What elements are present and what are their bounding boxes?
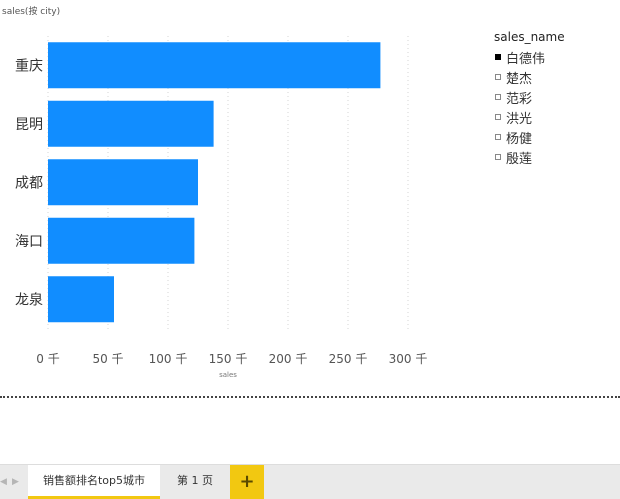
- x-tick-label-2: 100 千: [149, 352, 188, 366]
- legend-swatch-1: [495, 54, 501, 60]
- legend-title: sales_name: [494, 30, 565, 44]
- legend-item-5[interactable]: 杨健: [494, 127, 565, 147]
- legend-item-6[interactable]: 殷莲: [494, 147, 565, 167]
- add-page-button[interactable]: +: [230, 465, 264, 499]
- page-tab-bar: ◀ ▶ 销售额排名top5城市 第 1 页 +: [0, 464, 620, 499]
- legend-swatch-2: [495, 74, 501, 80]
- category-label-4: 海口: [15, 234, 43, 250]
- bar-4[interactable]: [48, 217, 195, 264]
- bar-chart[interactable]: 重庆昆明成都海口龙泉 0 千 50 千 100 千 150 千 200 千 250 千 300…: [0, 0, 480, 390]
- legend-swatch-6: [495, 154, 501, 160]
- bar-3[interactable]: [48, 159, 198, 206]
- legend-swatch-5: [495, 134, 501, 140]
- legend-item-2[interactable]: 楚杰: [494, 67, 565, 87]
- bar-2[interactable]: [48, 100, 214, 147]
- legend-swatch-4: [495, 114, 501, 120]
- x-axis-title: sales: [219, 371, 237, 379]
- category-label-3: 成都: [15, 175, 43, 191]
- x-tick-label-3: 150 千: [209, 352, 248, 366]
- legend-swatch-3: [495, 94, 501, 100]
- bar-1[interactable]: [48, 42, 381, 89]
- legend-label-6: 殷莲: [506, 151, 533, 167]
- legend-item-1[interactable]: 白德伟: [494, 47, 565, 67]
- legend-label-1: 白德伟: [506, 51, 546, 67]
- canvas-boundary-divider: [0, 396, 620, 398]
- x-tick-label-1: 50 千: [92, 352, 123, 366]
- legend: sales_name 白德伟 楚杰 范彩 洪光 杨健 殷莲: [494, 30, 565, 167]
- bar-5[interactable]: [48, 276, 114, 323]
- tab-sales-top5-cities[interactable]: 销售额排名top5城市: [28, 465, 160, 499]
- category-label-2: 昆明: [15, 117, 43, 133]
- tab-page-1[interactable]: 第 1 页: [162, 465, 228, 499]
- chevron-left-icon[interactable]: ◀: [0, 465, 7, 499]
- legend-label-5: 杨健: [506, 131, 533, 147]
- x-tick-label-5: 250 千: [329, 352, 368, 366]
- x-tick-label-0: 0 千: [36, 352, 59, 366]
- chevron-right-icon[interactable]: ▶: [12, 465, 19, 499]
- legend-label-2: 楚杰: [506, 71, 533, 87]
- legend-label-4: 洪光: [506, 111, 533, 127]
- category-label-1: 重庆: [15, 58, 43, 74]
- legend-item-3[interactable]: 范彩: [494, 87, 565, 107]
- x-tick-label-6: 300 千: [389, 352, 428, 366]
- legend-item-4[interactable]: 洪光: [494, 107, 565, 127]
- x-tick-label-4: 200 千: [269, 352, 308, 366]
- legend-label-3: 范彩: [506, 91, 533, 107]
- category-label-5: 龙泉: [15, 291, 43, 308]
